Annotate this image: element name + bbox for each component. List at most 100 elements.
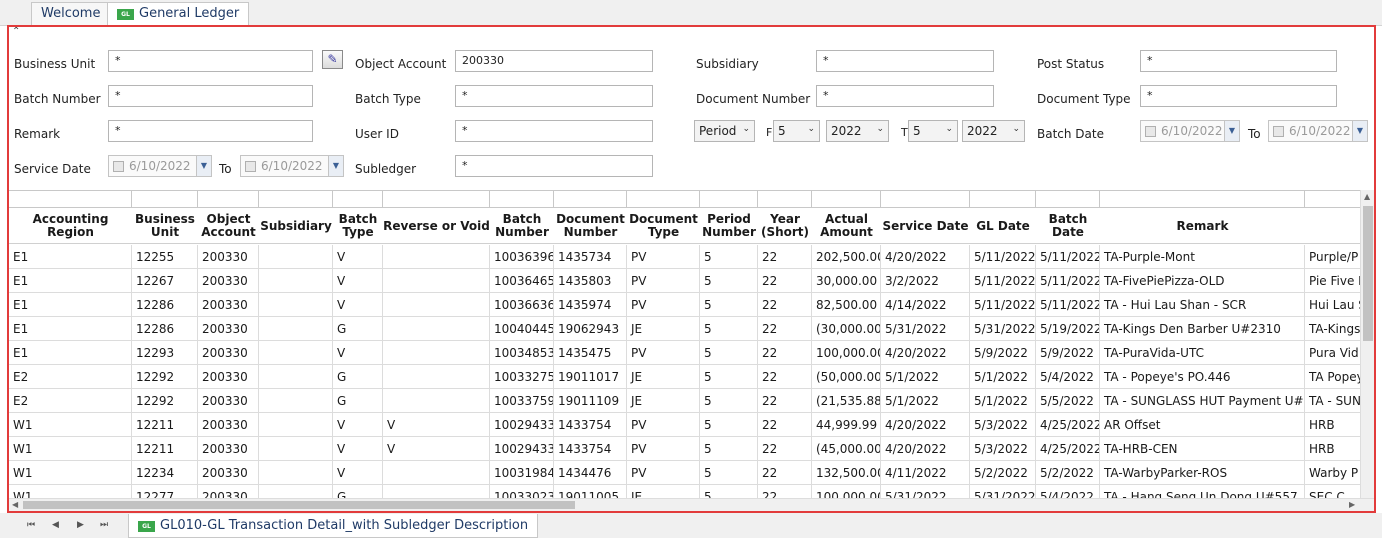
column-header[interactable]: Year (Short) — [758, 208, 812, 244]
column-header[interactable]: Batch Number — [490, 208, 554, 244]
grid-filter-cell[interactable] — [758, 191, 812, 208]
next-sheet-icon[interactable]: ▶ — [77, 520, 84, 530]
grid-filter-cell[interactable] — [554, 191, 627, 208]
first-sheet-icon[interactable]: ⏮ — [27, 520, 35, 530]
batch-date-from[interactable]: 6/10/2022 ▼ — [1140, 120, 1240, 142]
scroll-right-icon[interactable]: ▶ — [1349, 500, 1355, 509]
table-row[interactable]: E2 12292 200330 G 10033759 19011109 JE 5 22 (21,5… — [9, 389, 1361, 413]
object-account-input[interactable]: 200330 — [455, 50, 653, 72]
column-header[interactable]: Period Number — [700, 208, 758, 244]
grid-filter-cell[interactable] — [383, 191, 490, 208]
document-number-input[interactable]: * — [816, 85, 994, 107]
checkbox[interactable] — [113, 161, 124, 172]
table-row[interactable]: W1 12234 200330 V 10031984 1434476 PV 5 22 132,50… — [9, 461, 1361, 485]
grid-filter-cell[interactable] — [627, 191, 700, 208]
batch-number-input[interactable]: * — [108, 85, 313, 107]
chevron-down-icon: ⌄ — [876, 124, 884, 134]
search-icon[interactable]: ✎ — [322, 50, 343, 69]
column-header[interactable]: Actual Amount — [812, 208, 881, 244]
tab-welcome[interactable]: Welcome — [31, 2, 111, 26]
horizontal-scroll-thumb[interactable] — [23, 501, 575, 509]
column-header[interactable]: Reverse or Void — [383, 208, 490, 244]
table-cell — [259, 461, 333, 485]
column-header[interactable]: Batch Date — [1036, 208, 1100, 244]
user-id-input[interactable]: * — [455, 120, 653, 142]
batch-type-input[interactable]: * — [455, 85, 653, 107]
chevron-down-icon[interactable]: ▼ — [1224, 121, 1239, 141]
collapse-icon[interactable]: ⌃ — [12, 27, 20, 37]
from-period-select[interactable]: 5 ⌄ — [773, 120, 820, 142]
table-cell: 12211 — [132, 413, 198, 437]
table-cell: 5 — [700, 245, 758, 269]
table-row[interactable]: E1 12286 200330 G 10040445 19062943 JE 5 22 (30,0… — [9, 317, 1361, 341]
table-row[interactable]: E1 12255 200330 V 10036396 1435734 PV 5 22 202,50… — [9, 245, 1361, 269]
horizontal-scrollbar[interactable]: ◀ ▶ — [9, 498, 1374, 511]
table-row[interactable]: E1 12293 200330 V 10034853 1435475 PV 5 22 100,00… — [9, 341, 1361, 365]
table-row[interactable]: E2 12292 200330 G 10033275 19011017 JE 5 22 (50,0… — [9, 365, 1361, 389]
column-header[interactable]: Subsidiary — [259, 208, 333, 244]
table-cell: E1 — [9, 341, 132, 365]
column-header[interactable]: Document Type — [627, 208, 700, 244]
table-row[interactable]: E1 12267 200330 V 10036465 1435803 PV 5 22 30,000… — [9, 269, 1361, 293]
tab-general-ledger[interactable]: GL General Ledger — [107, 2, 250, 27]
grid-filter-cell[interactable] — [700, 191, 758, 208]
grid-filter-cell[interactable] — [970, 191, 1036, 208]
column-header[interactable]: Batch Type — [333, 208, 383, 244]
table-row[interactable]: E1 12286 200330 V 10036636 1435974 PV 5 22 82,500… — [9, 293, 1361, 317]
scroll-up-icon[interactable]: ▲ — [1364, 192, 1370, 201]
column-header[interactable]: Business Unit — [132, 208, 198, 244]
subsidiary-input[interactable]: * — [816, 50, 994, 72]
table-cell: 5/2/2022 — [1036, 461, 1100, 485]
chevron-down-icon[interactable]: ▼ — [196, 156, 211, 176]
thru-period-select[interactable]: 5 ⌄ — [908, 120, 958, 142]
chevron-down-icon[interactable]: ▼ — [1352, 121, 1367, 141]
table-cell — [259, 389, 333, 413]
business-unit-input[interactable]: * — [108, 50, 313, 72]
service-date-from[interactable]: 6/10/2022 ▼ — [108, 155, 212, 177]
grid-filter-cell[interactable] — [333, 191, 383, 208]
grid-filter-cell[interactable] — [259, 191, 333, 208]
column-header[interactable] — [1305, 208, 1361, 244]
chevron-down-icon[interactable]: ▼ — [328, 156, 343, 176]
column-header[interactable]: Remark — [1100, 208, 1305, 244]
from-year-select[interactable]: 2022 ⌄ — [826, 120, 889, 142]
table-cell: 200330 — [198, 413, 259, 437]
column-header[interactable]: Object Account — [198, 208, 259, 244]
column-header[interactable]: Accounting Region — [9, 208, 132, 244]
batch-date-to[interactable]: 6/10/2022 ▼ — [1268, 120, 1368, 142]
remark-input[interactable]: * — [108, 120, 313, 142]
table-row[interactable]: W1 12211 200330 V V 10029433 1433754 PV 5 22 44,99… — [9, 413, 1361, 437]
column-header[interactable]: Service Date — [881, 208, 970, 244]
document-type-input[interactable]: * — [1140, 85, 1337, 107]
post-status-input[interactable]: * — [1140, 50, 1337, 72]
table-cell: 1433754 — [554, 437, 627, 461]
grid-filter-cell[interactable] — [812, 191, 881, 208]
checkbox[interactable] — [245, 161, 256, 172]
grid-filter-cell[interactable] — [9, 191, 132, 208]
vertical-scrollbar[interactable]: ▲ — [1360, 190, 1374, 503]
service-date-to[interactable]: 6/10/2022 ▼ — [240, 155, 344, 177]
grid-filter-cell[interactable] — [1305, 191, 1361, 208]
from-year-value: 2022 — [831, 124, 862, 138]
column-header[interactable]: Document Number — [554, 208, 627, 244]
last-sheet-icon[interactable]: ⏭ — [100, 520, 108, 530]
user-id-label: User ID — [355, 127, 399, 141]
sheet-tab-gl010[interactable]: GL GL010-GL Transaction Detail_with Suble… — [128, 514, 539, 538]
grid-filter-cell[interactable] — [198, 191, 259, 208]
table-cell: 12292 — [132, 365, 198, 389]
grid-filter-cell[interactable] — [1100, 191, 1305, 208]
thru-year-select[interactable]: 2022 ⌄ — [962, 120, 1025, 142]
grid-filter-cell[interactable] — [490, 191, 554, 208]
checkbox[interactable] — [1273, 126, 1284, 137]
vertical-scroll-thumb[interactable] — [1363, 206, 1373, 341]
prev-sheet-icon[interactable]: ◀ — [52, 520, 59, 530]
table-row[interactable]: W1 12211 200330 V V 10029433 1433754 PV 5 22 (45,0… — [9, 437, 1361, 461]
grid-filter-cell[interactable] — [132, 191, 198, 208]
grid-filter-cell[interactable] — [1036, 191, 1100, 208]
column-header[interactable]: GL Date — [970, 208, 1036, 244]
scroll-left-icon[interactable]: ◀ — [12, 500, 18, 509]
subledger-input[interactable]: * — [455, 155, 653, 177]
grid-filter-cell[interactable] — [881, 191, 970, 208]
period-select[interactable]: Period ⌄ — [694, 120, 755, 142]
checkbox[interactable] — [1145, 126, 1156, 137]
